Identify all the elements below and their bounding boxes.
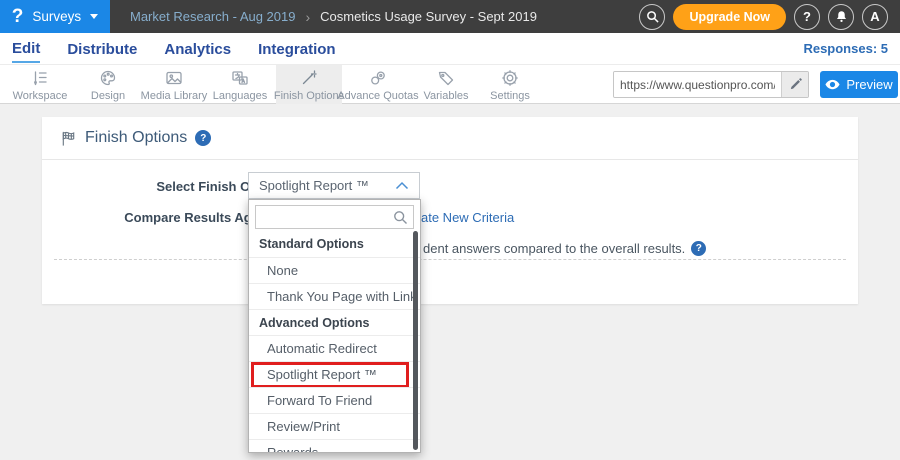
row-divider xyxy=(54,259,846,260)
card-header: Finish Options ? xyxy=(42,117,858,160)
toolbar-item-label: Variables xyxy=(423,90,468,102)
design-icon xyxy=(98,68,118,88)
toolbar-item-label: Languages xyxy=(213,90,267,102)
advance-quotas-icon xyxy=(368,68,388,88)
toolbar-item-media-library[interactable]: Media Library xyxy=(134,65,214,104)
help-button[interactable]: ? xyxy=(794,4,820,30)
dropdown-option-rewards[interactable]: Rewards xyxy=(249,439,420,453)
finish-option-dropdown: Standard Options None Thank You Page wit… xyxy=(248,199,421,453)
finish-options-help-icon[interactable]: ? xyxy=(195,130,211,146)
tab-distribute[interactable]: Distribute xyxy=(67,36,137,62)
responses-count[interactable]: Responses: 5 xyxy=(803,41,888,56)
toolbar-item-settings[interactable]: Settings xyxy=(480,65,540,104)
languages-icon xyxy=(230,68,250,88)
breadcrumb-current: Cosmetics Usage Survey - Sept 2019 xyxy=(320,9,537,24)
dropdown-option-forward-to-friend[interactable]: Forward To Friend xyxy=(249,387,420,413)
toolbar-item-label: Settings xyxy=(490,90,530,102)
toolbar-item-workspace[interactable]: Workspace xyxy=(6,65,74,104)
dropdown-option-thank-you-page[interactable]: Thank You Page with Link xyxy=(249,283,420,309)
pencil-icon xyxy=(789,78,802,91)
toolbar-item-label: Workspace xyxy=(13,90,68,102)
finish-flag-icon xyxy=(60,130,77,147)
toolbar-item-label: Advance Quotas xyxy=(337,90,418,102)
toolbar-item-finish-options[interactable]: Finish Options xyxy=(276,65,342,104)
bell-icon xyxy=(835,10,848,23)
finish-option-select[interactable]: Spotlight Report ™ xyxy=(248,172,420,199)
topbar-actions: Upgrade Now ? A xyxy=(639,4,900,30)
dropdown-search-box xyxy=(255,205,414,229)
notifications-button[interactable] xyxy=(828,4,854,30)
workspace-icon xyxy=(30,68,50,88)
breadcrumb-parent-link[interactable]: Market Research - Aug 2019 xyxy=(130,9,295,24)
breadcrumb-separator: › xyxy=(305,9,310,25)
dropdown-search-input[interactable] xyxy=(256,206,413,228)
main-nav: Edit Distribute Analytics Integration Re… xyxy=(0,33,900,64)
description-help-icon[interactable]: ? xyxy=(691,241,706,256)
dropdown-option-spotlight-report[interactable]: Spotlight Report ™ xyxy=(249,361,420,387)
dropdown-option-label: Spotlight Report ™ xyxy=(267,367,377,382)
dropdown-group-header: Standard Options xyxy=(249,231,420,257)
surveys-menu[interactable]: ? Surveys xyxy=(0,0,110,33)
survey-toolbar: Workspace Design Media Library Languages… xyxy=(0,64,900,104)
create-new-criteria-link[interactable]: ate New Criteria xyxy=(421,210,514,225)
variables-icon xyxy=(436,68,456,88)
search-button[interactable] xyxy=(639,4,665,30)
dropdown-option-automatic-redirect[interactable]: Automatic Redirect xyxy=(249,335,420,361)
chevron-down-icon xyxy=(90,14,98,19)
toolbar-item-label: Media Library xyxy=(141,90,208,102)
toolbar-item-design[interactable]: Design xyxy=(76,65,140,104)
media-library-icon xyxy=(164,68,184,88)
eye-icon xyxy=(825,79,840,90)
toolbar-item-label: Design xyxy=(91,90,125,102)
top-bar: ? Surveys Market Research - Aug 2019 › C… xyxy=(0,0,900,33)
dropdown-option-review-print[interactable]: Review/Print xyxy=(249,413,420,439)
questionpro-logo: ? xyxy=(12,7,24,26)
survey-url-input[interactable] xyxy=(614,72,781,97)
avatar[interactable]: A xyxy=(862,4,888,30)
breadcrumb: Market Research - Aug 2019 › Cosmetics U… xyxy=(130,9,537,25)
spotlight-description: dent answers compared to the overall res… xyxy=(423,241,706,256)
toolbar-item-languages[interactable]: Languages xyxy=(206,65,274,104)
preview-button-label: Preview xyxy=(846,77,892,92)
toolbar-item-advance-quotas[interactable]: Advance Quotas xyxy=(334,65,422,104)
chevron-up-icon xyxy=(395,181,409,190)
search-icon xyxy=(646,10,659,23)
upgrade-now-button[interactable]: Upgrade Now xyxy=(673,4,786,30)
tab-integration[interactable]: Integration xyxy=(258,36,336,62)
survey-url-field xyxy=(613,71,809,98)
preview-button[interactable]: Preview xyxy=(820,71,898,98)
page-title: Finish Options xyxy=(85,129,187,147)
dropdown-scrollbar[interactable] xyxy=(413,231,418,450)
search-icon xyxy=(393,210,408,225)
tab-edit[interactable]: Edit xyxy=(12,35,40,63)
finish-options-icon xyxy=(299,68,319,88)
tab-analytics[interactable]: Analytics xyxy=(164,36,231,62)
toolbar-item-variables[interactable]: Variables xyxy=(416,65,476,104)
edit-url-button[interactable] xyxy=(781,72,808,97)
finish-option-selected-value: Spotlight Report ™ xyxy=(259,178,369,193)
dropdown-group-header: Advanced Options xyxy=(249,309,420,335)
spotlight-description-text: dent answers compared to the overall res… xyxy=(423,241,685,256)
dropdown-option-none[interactable]: None xyxy=(249,257,420,283)
surveys-menu-label: Surveys xyxy=(32,9,81,24)
settings-icon xyxy=(500,68,520,88)
